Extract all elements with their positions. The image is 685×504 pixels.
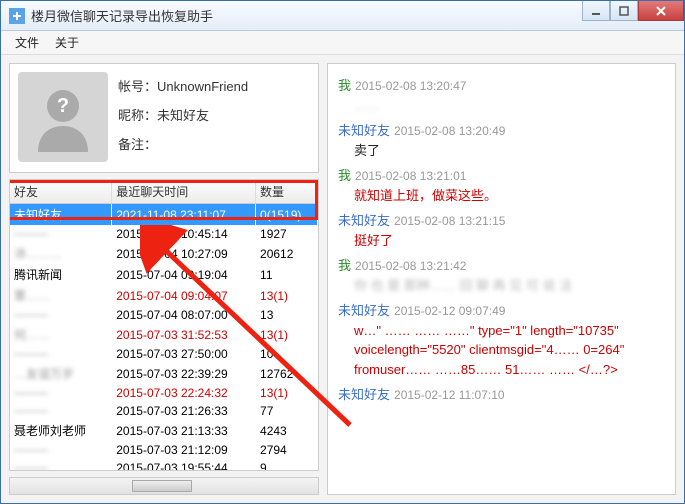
message-body: …… — [338, 96, 665, 116]
menu-about[interactable]: 关于 — [47, 31, 87, 54]
message-header: 未知好友2015-02-08 13:20:49 — [338, 121, 665, 141]
avatar: ? — [18, 72, 108, 162]
profile-panel: ? 帐号：UnknownFriend 昵称：未知好友 备注： — [9, 63, 319, 173]
message-body: 你 也 是 那种…… 回 聊 再 见 可 说 法 — [338, 276, 665, 296]
menu-bar: 文件 关于 — [1, 31, 684, 55]
table-row[interactable]: 何……2015-07-03 31:52:5313(1) — [10, 324, 318, 345]
table-row[interactable]: 未知好友2021-11-08 23:11:070(1519) — [10, 204, 318, 226]
scrollbar-thumb[interactable] — [132, 480, 192, 492]
message-body: 就知道上班，做菜这些。 — [338, 186, 665, 206]
horizontal-scrollbar[interactable] — [9, 477, 319, 495]
th-time[interactable]: 最近聊天时间 — [112, 180, 256, 204]
table-row[interactable]: ────2015-07-03 21:26:3377 — [10, 402, 318, 420]
table-row[interactable]: ────2015-07-04 10:45:141927 — [10, 225, 318, 243]
nick-value: 未知好友 — [157, 108, 209, 123]
table-row[interactable]: 覃……2015-07-04 09:04:0713(1) — [10, 285, 318, 306]
minimize-button[interactable] — [582, 1, 610, 21]
menu-file[interactable]: 文件 — [7, 31, 47, 54]
title-bar[interactable]: 楼月微信聊天记录导出恢复助手 — [1, 1, 684, 31]
table-row[interactable]: ────2015-07-04 08:07:0013 — [10, 306, 318, 324]
table-row[interactable]: ────2015-07-03 27:50:0010 — [10, 345, 318, 363]
remark-label: 备注： — [118, 137, 157, 152]
message-header: 我2015-02-08 13:21:01 — [338, 166, 665, 186]
th-count[interactable]: 数量 — [256, 180, 318, 204]
message-header: 未知好友2015-02-08 13:21:15 — [338, 211, 665, 231]
maximize-button[interactable] — [610, 1, 638, 21]
contact-table[interactable]: 好友 最近聊天时间 数量 未知好友2021-11-08 23:11:070(15… — [9, 179, 319, 471]
left-pane: ? 帐号：UnknownFriend 昵称：未知好友 备注： 好友 最近聊天时间… — [9, 63, 319, 495]
table-row[interactable]: 腾讯新闻2015-07-04 09:19:0411 — [10, 264, 318, 285]
app-icon — [9, 8, 25, 24]
svg-text:?: ? — [57, 95, 69, 117]
table-row[interactable]: ────2015-07-03 22:24:3213(1) — [10, 384, 318, 402]
table-row[interactable]: …友谊万岁2015-07-03 22:39:2912762 — [10, 363, 318, 384]
message-header: 我2015-02-08 13:20:47 — [338, 76, 665, 96]
window-buttons — [582, 1, 684, 21]
message-header: 我2015-02-08 13:21:42 — [338, 256, 665, 276]
close-button[interactable] — [638, 1, 684, 21]
message-body: 挺好了 — [338, 231, 665, 251]
message-body: 卖了 — [338, 141, 665, 161]
message-header: 未知好友2015-02-12 09:07:49 — [338, 301, 665, 321]
nick-label: 昵称： — [118, 108, 157, 123]
table-row[interactable]: ────2015-07-03 19:55:449 — [10, 459, 318, 471]
client-area: ? 帐号：UnknownFriend 昵称：未知好友 备注： 好友 最近聊天时间… — [1, 55, 684, 503]
message-body: w…" …… …… ……" type="1" length="10735" vo… — [338, 321, 665, 380]
app-window: 楼月微信聊天记录导出恢复助手 文件 关于 ? 帐号：UnknownFriend … — [0, 0, 685, 504]
table-row[interactable]: 聂老师刘老师2015-07-03 21:13:334243 — [10, 420, 318, 441]
account-label: 帐号： — [118, 79, 157, 94]
account-value: UnknownFriend — [157, 79, 248, 94]
table-row[interactable]: ────2015-07-03 21:12:092794 — [10, 441, 318, 459]
message-header: 未知好友2015-02-12 11:07:10 — [338, 385, 665, 405]
profile-info: 帐号：UnknownFriend 昵称：未知好友 备注： — [118, 72, 248, 164]
th-friend[interactable]: 好友 — [10, 180, 112, 204]
table-row[interactable]: 沛………2015-07-04 10:27:0920612 — [10, 243, 318, 264]
chat-panel[interactable]: 我2015-02-08 13:20:47…… 未知好友2015-02-08 13:… — [327, 63, 676, 495]
